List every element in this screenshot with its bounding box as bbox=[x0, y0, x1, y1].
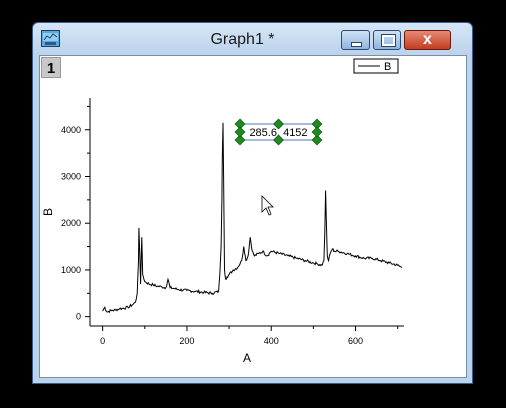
x-tick-label: 200 bbox=[179, 336, 194, 346]
y-tick-label: 2000 bbox=[61, 218, 81, 228]
close-button[interactable]: x bbox=[404, 30, 451, 50]
y-tick-label: 4000 bbox=[61, 125, 81, 135]
legend-label: B bbox=[384, 61, 391, 73]
close-icon: x bbox=[423, 31, 432, 48]
x-axis-title[interactable]: A bbox=[243, 351, 251, 365]
maximize-button[interactable] bbox=[373, 30, 401, 50]
title-bar[interactable]: Graph1 * x bbox=[33, 23, 472, 54]
y-tick-label: 1000 bbox=[61, 265, 81, 275]
y-tick-label: 0 bbox=[76, 312, 81, 322]
graph-window: Graph1 * x 1 0 200 400 600 0 1000 2000 3000 4000… bbox=[32, 22, 473, 384]
x-tick-label: 600 bbox=[348, 336, 363, 346]
chart: 0 200 400 60001000200030004000AB B 285.6, 4… bbox=[41, 58, 404, 365]
series-line-B[interactable] bbox=[102, 122, 403, 314]
x-tick-label: 400 bbox=[264, 336, 279, 346]
layer-indicator[interactable]: 1 bbox=[41, 57, 61, 78]
y-axis-title[interactable]: B bbox=[41, 208, 55, 216]
minimize-button[interactable] bbox=[341, 30, 370, 50]
graph-page[interactable]: 1 0 200 400 600 0 1000 2000 3000 4000 A B B 285.6,… bbox=[39, 55, 467, 378]
mouse-pointer-icon bbox=[261, 195, 274, 216]
y-tick-label: 3000 bbox=[61, 171, 81, 181]
x-tick-label: 0 bbox=[100, 336, 105, 346]
